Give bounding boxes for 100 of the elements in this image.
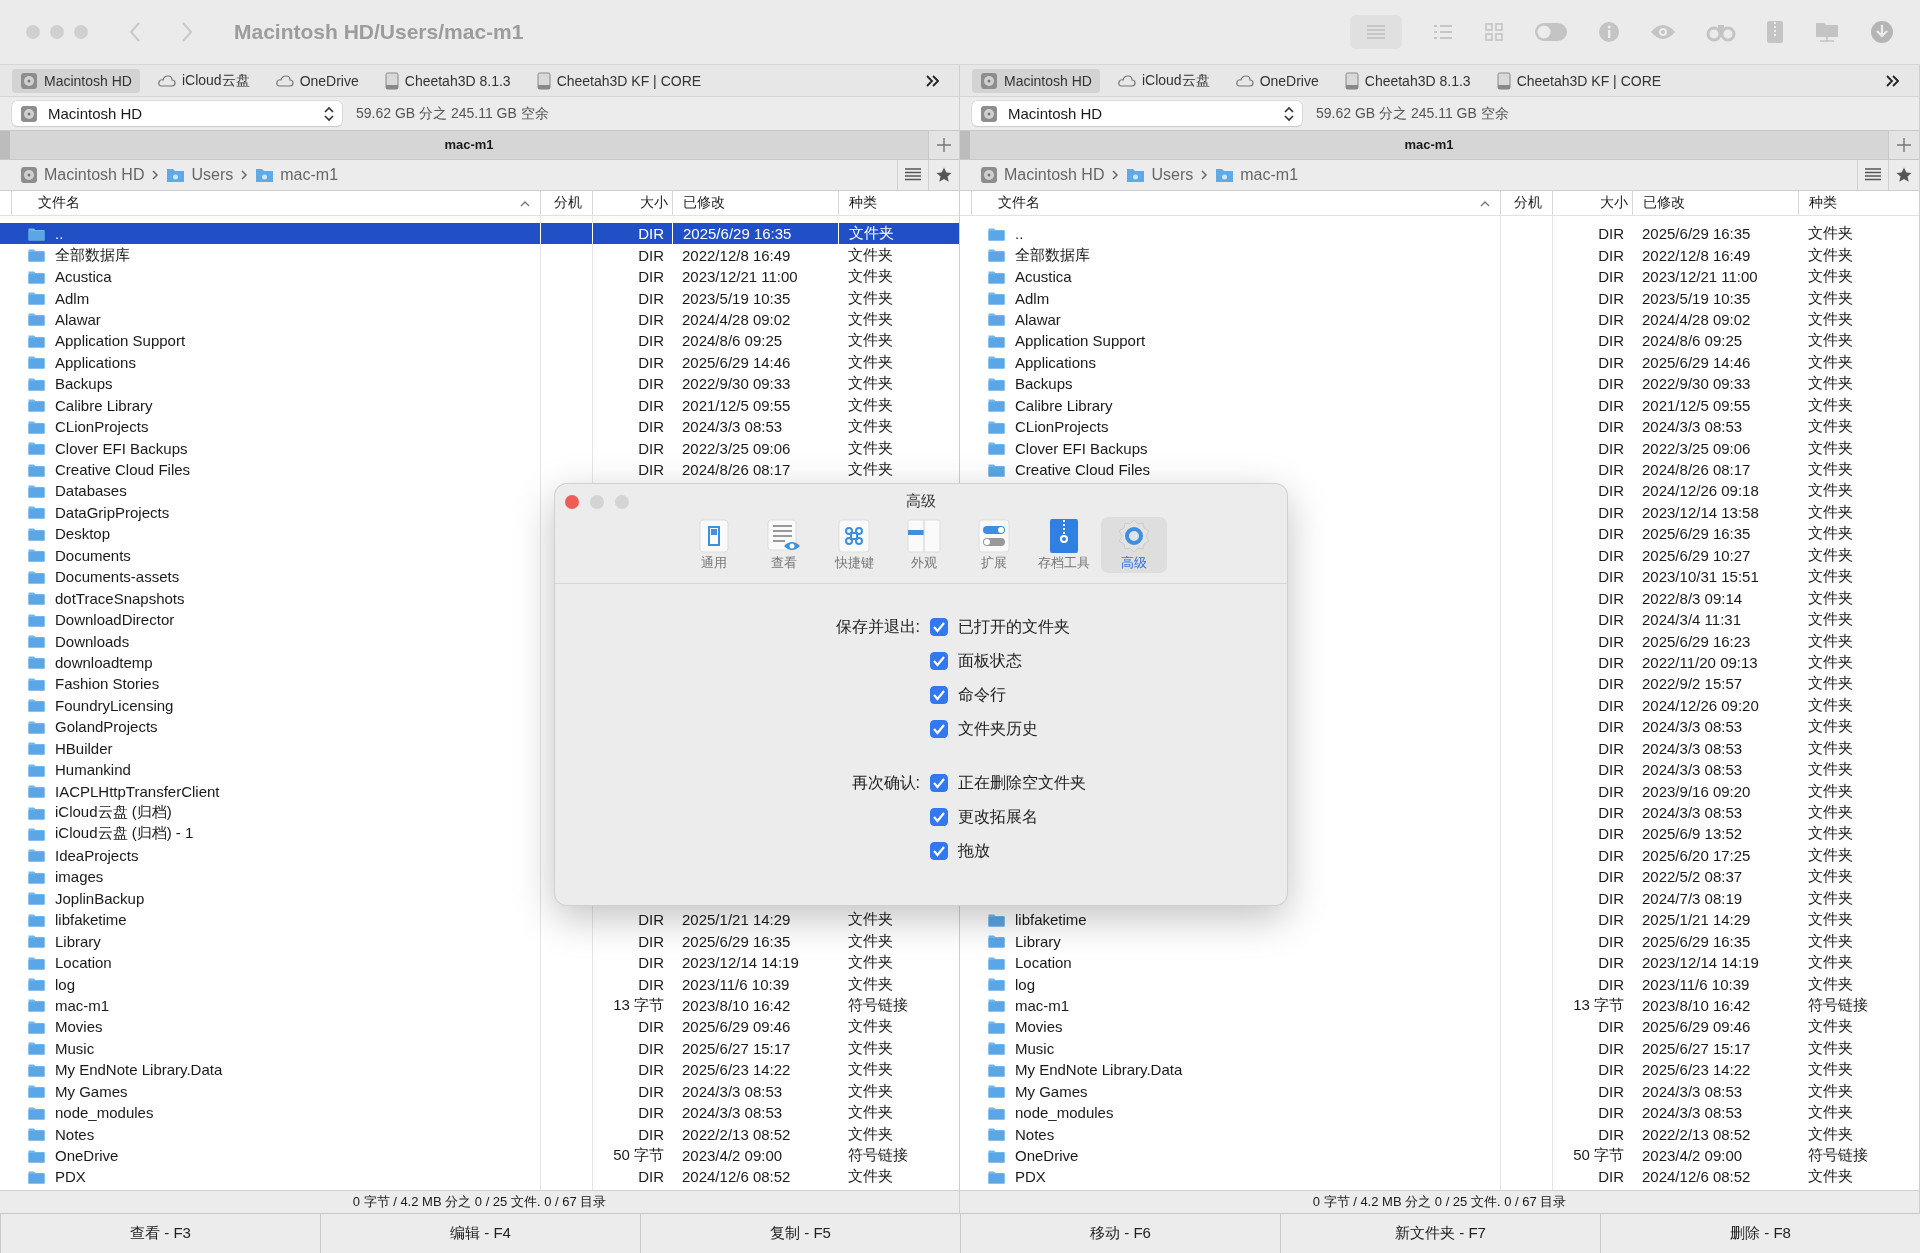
eye-icon[interactable] xyxy=(1650,23,1676,41)
zoom-button[interactable] xyxy=(615,495,629,509)
file-row[interactable]: log DIR 2023/11/6 10:39 文件夹 xyxy=(0,973,959,995)
binoculars-icon[interactable] xyxy=(1706,22,1736,42)
file-row[interactable]: Acustica DIR 2023/12/21 11:00 文件夹 xyxy=(0,265,959,288)
column-header[interactable]: 种类 xyxy=(1798,191,1919,215)
file-row[interactable]: libfaketime DIR 2025/1/21 14:29 文件夹 xyxy=(0,909,959,931)
file-row[interactable]: Application Support DIR 2024/8/6 09:25 文件夹 xyxy=(960,330,1919,352)
bookmark-tab[interactable]: Macintosh HD xyxy=(972,68,1100,93)
file-row[interactable]: Library DIR 2025/6/29 16:35 文件夹 xyxy=(0,930,959,952)
file-row[interactable]: Location DIR 2023/12/14 14:19 文件夹 xyxy=(960,951,1919,974)
minimize-button[interactable] xyxy=(50,25,64,39)
file-row[interactable]: Movies DIR 2025/6/29 09:46 文件夹 xyxy=(0,1016,959,1038)
file-row[interactable]: .. DIR 2025/6/29 16:35 文件夹 xyxy=(0,223,959,245)
bookmark-tab[interactable]: Cheetah3D 8.1.3 xyxy=(376,68,519,93)
bookmark-tab[interactable]: Cheetah3D KF | CORE xyxy=(528,68,710,93)
zip-icon[interactable] xyxy=(1766,20,1784,44)
drive-dropdown[interactable]: Macintosh HD xyxy=(12,101,342,126)
file-row[interactable]: JoplinBackup xyxy=(0,887,959,909)
bookmark-tab[interactable]: Macintosh HD xyxy=(12,68,140,93)
file-row[interactable]: Library DIR 2025/6/29 16:35 文件夹 xyxy=(960,930,1919,952)
file-row[interactable]: CLionProjects DIR 2024/3/3 08:53 文件夹 xyxy=(0,415,959,438)
grid-icon[interactable] xyxy=(1484,22,1504,42)
file-row[interactable]: log DIR 2023/11/6 10:39 文件夹 xyxy=(960,973,1919,995)
file-row[interactable]: GolandProjects xyxy=(0,716,959,738)
download-icon[interactable] xyxy=(1870,20,1894,44)
file-row[interactable]: Clover EFI Backups DIR 2022/3/25 09:06 文件夹 xyxy=(960,437,1919,459)
checkbox[interactable] xyxy=(930,774,948,792)
column-header[interactable]: 文件名 xyxy=(11,191,540,215)
checkbox[interactable] xyxy=(930,618,948,636)
file-row[interactable]: Application Support DIR 2024/8/6 09:25 文件夹 xyxy=(0,330,959,352)
bookmark-tab[interactable]: iCloud云盘 xyxy=(149,68,258,93)
file-row[interactable]: Music DIR 2025/6/27 15:17 文件夹 xyxy=(0,1037,959,1060)
column-header[interactable]: 已修改 xyxy=(672,191,838,215)
drive-dropdown[interactable]: Macintosh HD xyxy=(972,101,1302,126)
file-row[interactable]: iCloud云盘 (归档) - 1 xyxy=(0,823,959,845)
breadcrumb-item[interactable]: Macintosh HD xyxy=(20,166,145,184)
file-row[interactable]: My EndNote Library.Data DIR 2025/6/23 14:22 文件夹 xyxy=(960,1059,1919,1081)
column-header[interactable]: 大小 xyxy=(1552,191,1632,215)
network-folder-icon[interactable] xyxy=(1814,20,1840,44)
info-icon[interactable] xyxy=(1598,21,1620,43)
file-row[interactable]: Calibre Library DIR 2021/12/5 09:55 文件夹 xyxy=(960,394,1919,416)
breadcrumb-item[interactable]: Users xyxy=(166,166,234,184)
breadcrumb-item[interactable]: mac-m1 xyxy=(1215,166,1299,184)
file-row[interactable]: FoundryLicensing xyxy=(0,694,959,717)
bookmark-tab[interactable]: OneDrive xyxy=(267,69,367,92)
file-row[interactable]: OneDrive 50 字节 2023/4/2 09:00 符号链接 xyxy=(0,1144,959,1167)
toggle-icon[interactable] xyxy=(1534,22,1568,42)
column-header[interactable]: 分机 xyxy=(540,191,592,215)
file-row[interactable]: CLionProjects DIR 2024/3/3 08:53 文件夹 xyxy=(960,415,1919,438)
file-row[interactable]: Fashion Stories xyxy=(0,673,959,695)
column-header[interactable]: 已修改 xyxy=(1632,191,1798,215)
file-row[interactable]: OneDrive 50 字节 2023/4/2 09:00 符号链接 xyxy=(960,1144,1919,1167)
file-row[interactable]: iCloud云盘 (归档) xyxy=(0,801,959,824)
file-row[interactable]: mac-m1 13 字节 2023/8/10 16:42 符号链接 xyxy=(0,994,959,1017)
file-row[interactable]: downloadtemp xyxy=(0,651,959,674)
file-row[interactable]: IdeaProjects xyxy=(0,844,959,867)
list-view-button[interactable] xyxy=(1350,15,1402,49)
file-row[interactable]: My Games DIR 2024/3/3 08:53 文件夹 xyxy=(960,1080,1919,1102)
file-row[interactable]: Notes DIR 2022/2/13 08:52 文件夹 xyxy=(0,1123,959,1145)
file-row[interactable]: Applications DIR 2025/6/29 14:46 文件夹 xyxy=(960,351,1919,374)
file-row[interactable]: images xyxy=(0,866,959,888)
breadcrumb-item[interactable]: Macintosh HD xyxy=(980,166,1105,184)
checkbox[interactable] xyxy=(930,652,948,670)
file-row[interactable]: Creative Cloud Files DIR 2024/8/26 08:17 文件夹 xyxy=(960,458,1919,481)
preferences-tab[interactable]: 存档工具 xyxy=(1031,517,1097,573)
file-row[interactable]: Alawar DIR 2024/4/28 09:02 文件夹 xyxy=(960,308,1919,331)
breadcrumb-item[interactable]: mac-m1 xyxy=(255,166,339,184)
file-row[interactable]: Clover EFI Backups DIR 2022/3/25 09:06 文件夹 xyxy=(0,437,959,459)
bookmark-tab[interactable]: iCloud云盘 xyxy=(1109,68,1218,93)
preferences-tab[interactable]: 扩展 xyxy=(961,517,1027,573)
file-row[interactable]: My Games DIR 2024/3/3 08:53 文件夹 xyxy=(0,1080,959,1102)
file-row[interactable]: libfaketime DIR 2025/1/21 14:29 文件夹 xyxy=(960,909,1919,931)
file-row[interactable]: node_modules DIR 2024/3/3 08:53 文件夹 xyxy=(0,1101,959,1124)
close-button[interactable] xyxy=(26,25,40,39)
checkbox[interactable] xyxy=(930,686,948,704)
file-row[interactable]: HBuilder xyxy=(0,737,959,759)
detail-list-icon[interactable] xyxy=(1432,23,1454,41)
file-row[interactable]: Adlm DIR 2023/5/19 10:35 文件夹 xyxy=(0,287,959,309)
forward-icon[interactable] xyxy=(180,21,194,43)
file-row[interactable]: PDX DIR 2024/12/6 08:52 文件夹 xyxy=(960,1166,1919,1188)
file-row[interactable]: Music DIR 2025/6/27 15:17 文件夹 xyxy=(960,1037,1919,1060)
more-bookmarks-icon[interactable] xyxy=(925,73,941,88)
column-header[interactable]: 种类 xyxy=(838,191,959,215)
file-row[interactable]: Creative Cloud Files DIR 2024/8/26 08:17 文件夹 xyxy=(0,458,959,481)
column-header[interactable]: 分机 xyxy=(1500,191,1552,215)
file-row[interactable]: Backups DIR 2022/9/30 09:33 文件夹 xyxy=(0,373,959,395)
file-row[interactable]: dotTraceSnapshots xyxy=(0,587,959,609)
checkbox[interactable] xyxy=(930,842,948,860)
file-row[interactable]: Alawar DIR 2024/4/28 09:02 文件夹 xyxy=(0,308,959,331)
file-row[interactable]: Backups DIR 2022/9/30 09:33 文件夹 xyxy=(960,373,1919,395)
file-row[interactable]: Acustica DIR 2023/12/21 11:00 文件夹 xyxy=(960,265,1919,288)
file-row[interactable]: Adlm DIR 2023/5/19 10:35 文件夹 xyxy=(960,287,1919,309)
back-icon[interactable] xyxy=(128,21,142,43)
file-row[interactable]: Movies DIR 2025/6/29 09:46 文件夹 xyxy=(960,1016,1919,1038)
file-row[interactable]: Calibre Library DIR 2021/12/5 09:55 文件夹 xyxy=(0,394,959,416)
file-row[interactable]: Applications DIR 2025/6/29 14:46 文件夹 xyxy=(0,351,959,374)
bookmark-tab[interactable]: Cheetah3D 8.1.3 xyxy=(1336,68,1479,93)
file-row[interactable]: My EndNote Library.Data DIR 2025/6/23 14:22 文件夹 xyxy=(0,1059,959,1081)
file-row[interactable]: PDX DIR 2024/12/6 08:52 文件夹 xyxy=(0,1166,959,1188)
